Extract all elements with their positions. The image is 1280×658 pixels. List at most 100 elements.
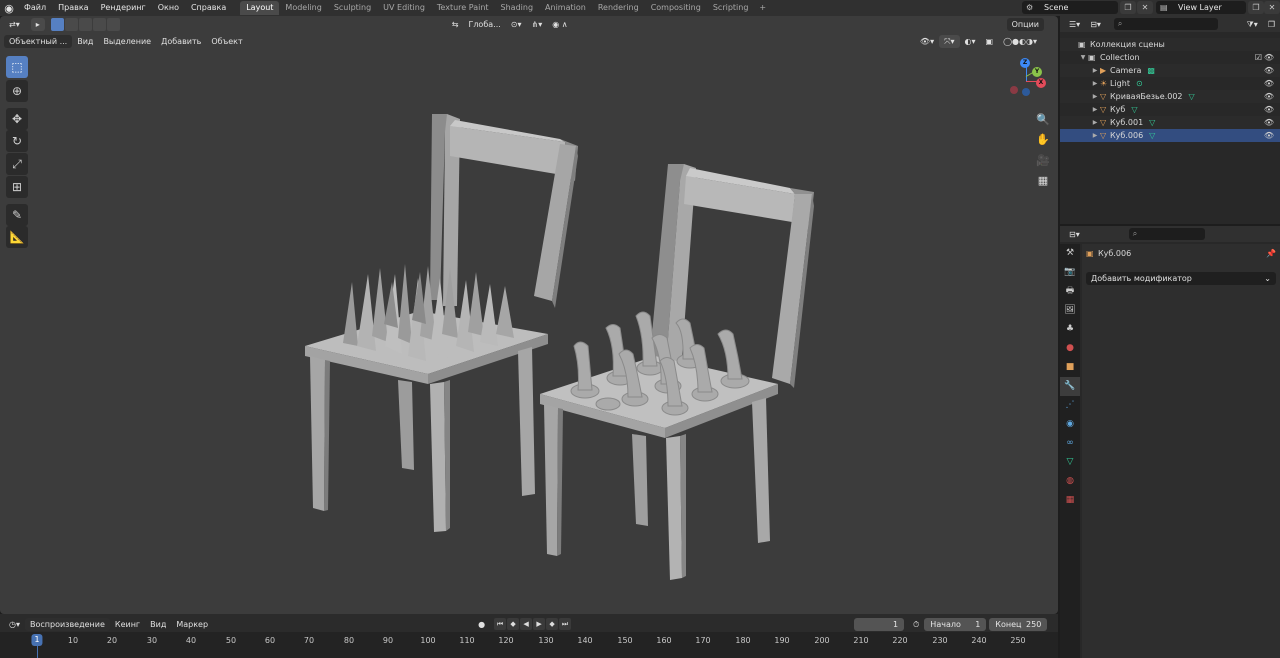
end-frame-field[interactable]: Конец 250 — [989, 617, 1048, 631]
menu-timeline-view[interactable]: Вид — [145, 618, 171, 631]
next-keyframe-icon[interactable]: ◆ — [546, 618, 559, 630]
eye-icon[interactable]: 👁 — [1264, 105, 1274, 114]
light-data-icon: ⊙ — [1135, 79, 1143, 88]
scene-tab-icon[interactable]: ♣ — [1060, 320, 1080, 339]
outliner-editor-icon[interactable]: ☰▾ — [1064, 18, 1085, 31]
tree-item-cube-001[interactable]: ▶ ▽ Куб.001 ▽ 👁 — [1060, 116, 1280, 129]
menu-playback[interactable]: Воспроизведение — [25, 617, 110, 631]
expand-arrow-icon[interactable]: ▶ — [1090, 119, 1100, 126]
menu-render[interactable]: Рендеринг — [95, 0, 152, 16]
tree-scene-collection[interactable]: ▣ Коллекция сцены — [1060, 38, 1280, 51]
timeline-ruler[interactable]: 1 10 20 30 40 50 60 70 80 90 100 110 120… — [0, 632, 1058, 658]
ruler-label: 150 — [617, 636, 633, 645]
tab-sculpting[interactable]: Sculpting — [328, 1, 377, 15]
exclude-checkbox[interactable]: ☑ — [1255, 53, 1262, 62]
ruler-label: 100 — [420, 636, 436, 645]
render-tab-icon[interactable]: 📷 — [1060, 263, 1080, 282]
expand-arrow-icon[interactable]: ▶ — [1090, 80, 1100, 87]
eye-icon[interactable]: 👁 — [1264, 53, 1274, 62]
collapse-arrow-icon[interactable]: ▼ — [1078, 54, 1088, 61]
record-icon[interactable]: ● — [473, 618, 490, 631]
blender-logo-icon[interactable]: ◉ — [0, 0, 18, 16]
clock-icon[interactable]: ⏱ — [908, 618, 924, 631]
ruler-label: 220 — [892, 636, 908, 645]
eye-icon[interactable]: 👁 — [1264, 79, 1274, 88]
eye-icon[interactable]: 👁 — [1264, 66, 1274, 75]
prev-keyframe-icon[interactable]: ◆ — [507, 618, 520, 630]
timeline: ◷▾ Воспроизведение Кеинг Вид Маркер ● ⏮ … — [0, 614, 1058, 658]
display-mode-icon[interactable]: ⊟▾ — [1085, 18, 1106, 31]
data-tab-icon[interactable]: ▽ — [1060, 453, 1080, 472]
pin-icon[interactable]: 📌 — [1266, 249, 1276, 258]
timeline-editor-icon[interactable]: ◷▾ — [4, 618, 25, 631]
eye-icon[interactable]: 👁 — [1264, 92, 1274, 101]
menu-keying[interactable]: Кеинг — [110, 618, 145, 631]
constraints-tab-icon[interactable]: ∞ — [1060, 434, 1080, 453]
output-tab-icon[interactable]: 🖶 — [1060, 282, 1080, 301]
tool-tab-icon[interactable]: ⚒ — [1060, 244, 1080, 263]
properties-search-input[interactable]: ⌕ — [1128, 228, 1205, 240]
outliner-tree: ▣ Коллекция сцены ▼ ▣ Collection ☑ 👁 ▶ ▶… — [1060, 38, 1280, 142]
start-frame-field[interactable]: Начало 1 — [924, 617, 987, 631]
menu-window[interactable]: Окно — [152, 0, 185, 16]
new-scene-button[interactable]: ❐ — [1120, 1, 1136, 14]
delete-view-layer-button[interactable]: ✕ — [1264, 1, 1280, 14]
tab-scripting[interactable]: Scripting — [707, 1, 755, 15]
ruler-label: 10 — [67, 636, 79, 645]
menu-edit[interactable]: Правка — [52, 0, 94, 16]
ruler-label: 110 — [459, 636, 475, 645]
properties-editor-icon[interactable]: ⊟▾ — [1064, 228, 1085, 241]
tab-shading[interactable]: Shading — [495, 1, 540, 15]
tree-item-cube[interactable]: ▶ ▽ Куб ▽ 👁 — [1060, 103, 1280, 116]
new-collection-icon[interactable]: ❐ — [1263, 18, 1280, 31]
physics-tab-icon[interactable]: ◉ — [1060, 415, 1080, 434]
filter-icon[interactable]: ⧩▾ — [1242, 18, 1263, 31]
object-tab-icon[interactable]: ■ — [1060, 358, 1080, 377]
expand-arrow-icon[interactable]: ▶ — [1090, 106, 1100, 113]
particles-tab-icon[interactable]: ⋰ — [1060, 396, 1080, 415]
tab-animation[interactable]: Animation — [539, 1, 592, 15]
add-workspace-button[interactable]: + — [754, 1, 771, 15]
menu-help[interactable]: Справка — [185, 0, 232, 16]
scene-selector[interactable]: ⚙ Scene — [1022, 1, 1118, 14]
outliner-search-input[interactable]: ⌕ — [1113, 18, 1218, 30]
3d-viewport[interactable]: ⇄▾ ▸ ⇆ Глоба... ⊙▾ ⋔▾ ◉ ∧ Опции Объектны… — [0, 16, 1058, 614]
item-label: Куб — [1110, 105, 1126, 114]
jump-end-icon[interactable]: ⏭ — [559, 618, 572, 630]
play-icon[interactable]: ▶ — [533, 618, 546, 630]
world-tab-icon[interactable]: ● — [1060, 339, 1080, 358]
new-view-layer-button[interactable]: ❐ — [1248, 1, 1264, 14]
tab-layout[interactable]: Layout — [240, 1, 280, 15]
menu-file[interactable]: Файл — [18, 0, 52, 16]
menu-marker[interactable]: Маркер — [171, 618, 213, 631]
eye-icon[interactable]: 👁 — [1264, 131, 1274, 140]
add-modifier-dropdown[interactable]: Добавить модификатор ⌄ — [1086, 272, 1276, 285]
object-name-row: ▣ Куб.006 📌 — [1086, 249, 1276, 258]
tab-uv-editing[interactable]: UV Editing — [377, 1, 431, 15]
tab-compositing[interactable]: Compositing — [645, 1, 707, 15]
delete-scene-button[interactable]: ✕ — [1137, 1, 1153, 14]
tree-item-light[interactable]: ▶ ☀ Light ⊙ 👁 — [1060, 77, 1280, 90]
current-frame-field[interactable]: 1 — [854, 617, 905, 631]
tab-modeling[interactable]: Modeling — [279, 1, 327, 15]
texture-tab-icon[interactable]: ▦ — [1060, 491, 1080, 510]
playhead[interactable]: 1 — [31, 634, 43, 646]
view-layer-tab-icon[interactable]: 🖼 — [1060, 301, 1080, 320]
tab-rendering[interactable]: Rendering — [592, 1, 645, 15]
tree-item-camera[interactable]: ▶ ▶ Camera ▩ 👁 — [1060, 64, 1280, 77]
expand-arrow-icon[interactable]: ▶ — [1090, 67, 1100, 74]
eye-icon[interactable]: 👁 — [1264, 118, 1274, 127]
view-layer-selector[interactable]: ▤ View Layer — [1156, 1, 1246, 14]
material-tab-icon[interactable]: ◍ — [1060, 472, 1080, 491]
item-label: Camera — [1110, 66, 1142, 75]
tab-texture-paint[interactable]: Texture Paint — [431, 1, 495, 15]
tree-item-cube-006[interactable]: ▶ ▽ Куб.006 ▽ 👁 — [1060, 129, 1280, 142]
jump-start-icon[interactable]: ⏮ — [494, 618, 507, 630]
expand-arrow-icon[interactable]: ▶ — [1090, 93, 1100, 100]
tree-item-curve[interactable]: ▶ ▽ КриваяБезье.002 ▽ 👁 — [1060, 90, 1280, 103]
mesh-object-icon: ▣ — [1086, 249, 1094, 258]
play-reverse-icon[interactable]: ◀ — [520, 618, 533, 630]
expand-arrow-icon[interactable]: ▶ — [1090, 132, 1100, 139]
modifier-tab-icon[interactable]: 🔧 — [1060, 377, 1080, 396]
tree-collection[interactable]: ▼ ▣ Collection ☑ 👁 — [1060, 51, 1280, 64]
